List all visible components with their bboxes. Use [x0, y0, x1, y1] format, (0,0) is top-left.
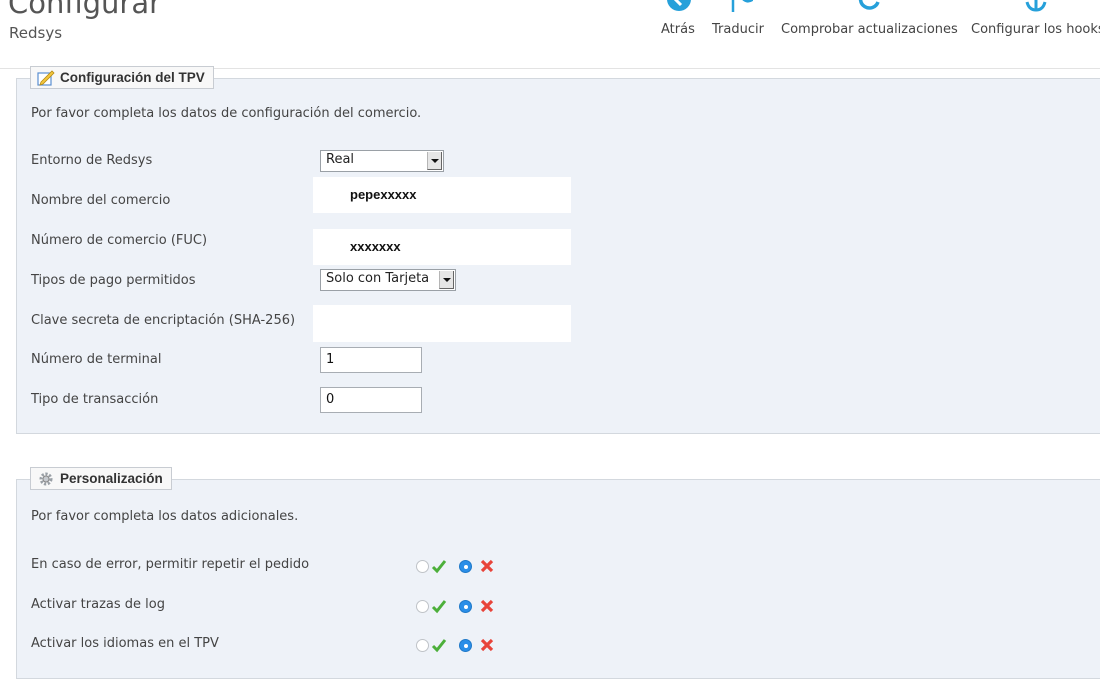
idiomas-yes-radio[interactable]: [416, 639, 429, 652]
terminal-input[interactable]: 1: [320, 347, 422, 373]
personalizacion-panel: Por favor completa los datos adicionales…: [16, 479, 1100, 679]
anchor-icon: [1025, 0, 1046, 12]
check-icon: [431, 639, 447, 653]
trazas-yes-radio[interactable]: [416, 600, 429, 613]
fuc-value: xxxxxxx: [350, 239, 401, 254]
check-icon: [431, 600, 447, 614]
field-label-tipos-pago: Tipos de pago permitidos: [31, 273, 196, 288]
edit-icon: [37, 69, 55, 86]
field-label-nombre: Nombre del comercio: [31, 193, 171, 208]
cross-icon: [480, 559, 494, 573]
personalizacion-legend-label: Personalización: [60, 471, 163, 486]
tpv-legend: Configuración del TPV: [30, 66, 214, 89]
repetir-no-radio[interactable]: [459, 560, 472, 573]
fuc-input[interactable]: xxxxxxx: [313, 229, 571, 265]
option-label-repetir: En caso de error, permitir repetir el pe…: [31, 557, 310, 572]
check-updates-button-label: Comprobar actualizaciones: [781, 22, 958, 37]
field-label-transaccion: Tipo de transacción: [31, 392, 159, 407]
field-label-entorno: Entorno de Redsys: [31, 153, 153, 168]
tpv-config-panel: Por favor completa los datos de configur…: [16, 78, 1100, 434]
configure-hooks-button-label: Configurar los hooks: [971, 22, 1100, 37]
check-updates-button[interactable]: Comprobar actualizaciones: [781, 0, 958, 44]
refresh-icon: [858, 0, 880, 10]
idiomas-no-radio[interactable]: [459, 639, 472, 652]
check-icon: [431, 560, 447, 574]
repetir-yes-radio[interactable]: [416, 560, 429, 573]
flag-icon: [731, 0, 753, 12]
cross-icon: [480, 638, 494, 652]
gear-icon: [39, 472, 53, 485]
tpv-description: Por favor completa los datos de configur…: [31, 106, 422, 121]
chevron-down-icon: [427, 152, 442, 170]
back-button-label: Atrás: [661, 22, 695, 37]
configure-hooks-button[interactable]: Configurar los hooks: [971, 0, 1100, 44]
option-label-idiomas: Activar los idiomas en el TPV: [31, 636, 219, 651]
tpv-legend-label: Configuración del TPV: [60, 70, 205, 85]
translate-button[interactable]: Traducir: [712, 0, 768, 44]
trazas-no-radio[interactable]: [459, 600, 472, 613]
nombre-comercio-value: pepexxxxx: [350, 187, 417, 202]
cross-icon: [480, 599, 494, 613]
tipos-pago-select[interactable]: Solo con Tarjeta: [320, 269, 456, 291]
translate-button-label: Traducir: [712, 22, 764, 37]
nombre-comercio-input[interactable]: pepexxxxx: [313, 177, 571, 213]
personalizacion-description: Por favor completa los datos adicionales…: [31, 509, 299, 524]
clave-secreta-input[interactable]: [313, 305, 571, 342]
option-label-trazas: Activar trazas de log: [31, 597, 165, 612]
field-label-clave: Clave secreta de encriptación (SHA-256): [31, 313, 296, 328]
page-title: Configurar: [8, 0, 162, 20]
field-label-terminal: Número de terminal: [31, 352, 162, 367]
entorno-select[interactable]: Real: [320, 150, 444, 172]
back-button[interactable]: Atrás: [661, 0, 697, 44]
entorno-select-value: Real: [326, 152, 355, 167]
personalizacion-legend: Personalización: [30, 467, 172, 490]
field-label-fuc: Número de comercio (FUC): [31, 233, 208, 248]
back-icon: [667, 0, 691, 11]
page-header: Configurar Redsys Atrás Traducir Comprob…: [0, 0, 1100, 69]
tipos-pago-select-value: Solo con Tarjeta: [326, 271, 430, 286]
transaccion-input[interactable]: 0: [320, 387, 422, 413]
page-subtitle: Redsys: [9, 24, 63, 42]
chevron-down-icon: [439, 271, 454, 289]
